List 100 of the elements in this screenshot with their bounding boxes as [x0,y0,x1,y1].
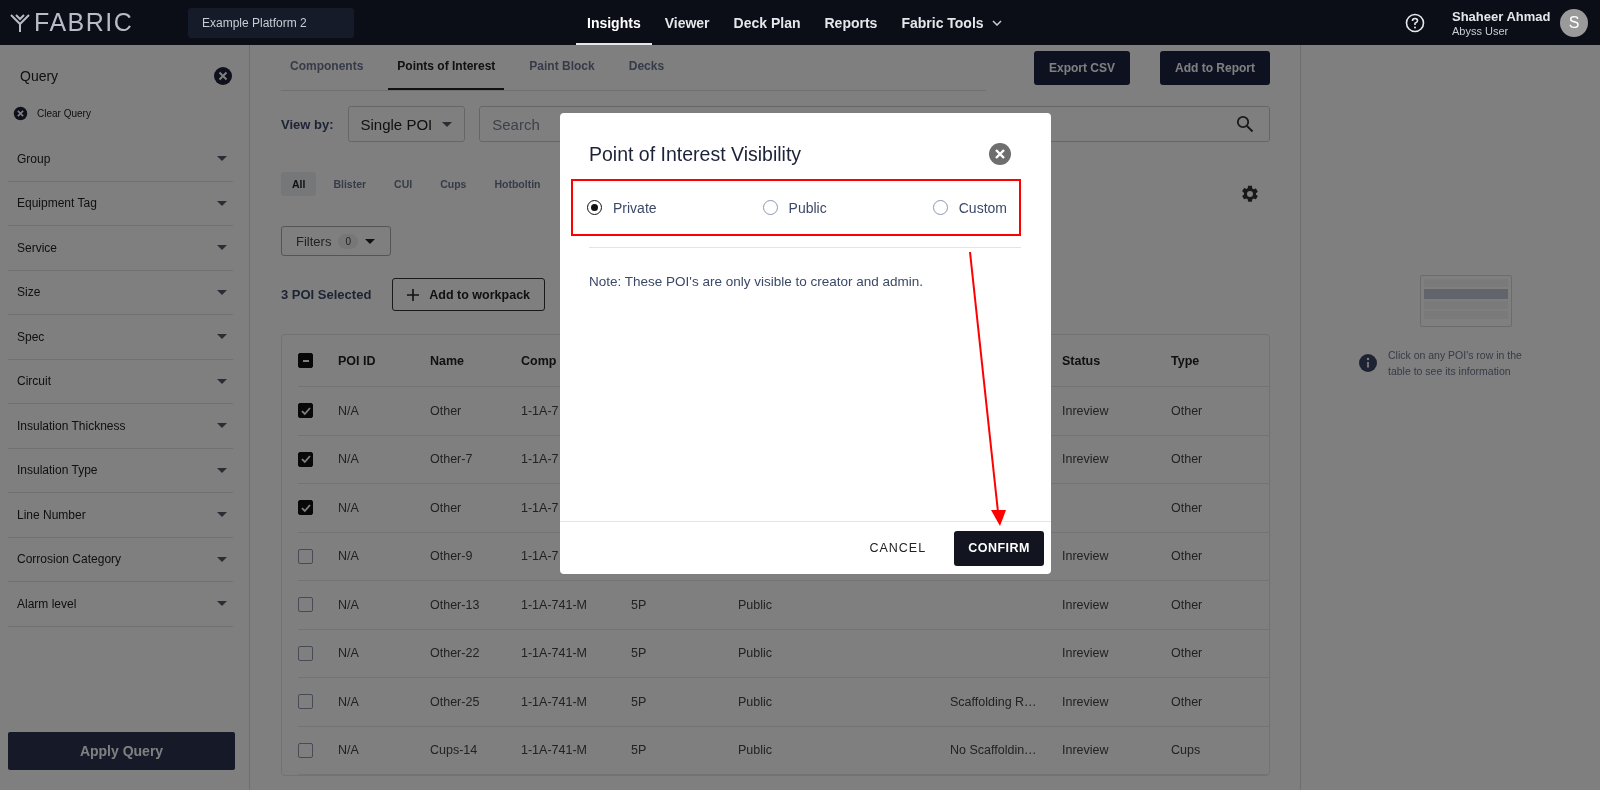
filter-dropdown[interactable]: Circuit [8,359,233,404]
cancel-button[interactable]: CANCEL [863,540,933,556]
table-cell: Other [1171,694,1203,709]
table-cell: Inreview [1062,452,1109,467]
hint-text: Click on any POI's row in the table to see its information [1388,348,1523,379]
caret-icon [217,156,227,162]
user-role: Abyss User [1452,24,1510,37]
filter-dropdown[interactable]: Size [8,270,233,315]
close-icon[interactable] [213,66,233,86]
table-cell: 5P [631,646,647,661]
table-cell: Inreview [1062,403,1109,418]
filters-button[interactable]: Filters 0 [281,226,391,256]
row-checkbox[interactable] [298,742,313,758]
close-icon[interactable] [988,142,1012,166]
category-chip[interactable]: Hotboltin [483,172,552,196]
nav-link[interactable]: Deck Plan [722,0,812,45]
table-cell: Other [1171,403,1203,418]
logo-icon [10,12,30,33]
column-header: Status [1062,353,1101,368]
chevron-icon [991,19,1002,26]
nav-link[interactable]: Insights [576,0,652,45]
caret-icon [217,601,227,607]
category-chip[interactable]: CUI [383,172,424,196]
user-avatar[interactable]: S [1560,8,1588,37]
apply-query-button[interactable]: Apply Query [8,732,235,770]
tab[interactable]: Points of Interest [388,44,505,90]
help-icon[interactable] [1405,12,1425,33]
nav-link[interactable]: Reports [813,0,889,45]
filter-dropdown[interactable]: Alarm level [8,582,233,627]
selection-count: 3 POI Selected [281,287,372,302]
table-cell: N/A [338,500,359,515]
radio-option[interactable]: Private [587,199,657,216]
table-cell: 1-1A-741-M [521,646,587,661]
platform-selector[interactable]: Example Platform 2 [188,7,354,38]
table-cell: 5P [631,694,647,709]
table-cell: N/A [338,597,359,612]
row-checkbox[interactable] [298,548,313,564]
note-text: Note: These POI's are only visible to creator and admin. [589,274,924,289]
column-header: Name [430,353,465,368]
table-cell: Inreview [1062,646,1109,661]
table-cell: No Scaffoldin… [950,743,1037,758]
settings-icon[interactable] [1240,184,1260,204]
caret-icon [217,467,227,473]
filter-dropdown[interactable]: Service [8,226,233,271]
table-cell: 1-1A-741-M [521,694,587,709]
caret-icon [217,556,227,562]
row-checkbox[interactable] [298,451,313,467]
row-checkbox[interactable] [298,403,313,419]
panel-title: Query [20,68,59,84]
select-all-checkbox[interactable] [298,353,313,368]
filter-dropdown[interactable]: Spec [8,315,233,360]
tab[interactable]: Components [281,44,373,90]
category-chip[interactable]: Blister [322,172,378,196]
table-cell: Other [1171,500,1203,515]
row-checkbox[interactable] [298,500,313,516]
table-cell: Other [1171,646,1203,661]
category-chip[interactable]: Cups [429,172,478,196]
table-cell: Other-22 [430,646,480,661]
caret-icon [217,200,227,206]
tab[interactable]: Paint Block [520,44,604,90]
table-cell: Other-7 [430,452,473,467]
row-checkbox[interactable] [298,694,313,710]
filter-dropdown[interactable]: Insulation Type [8,448,233,493]
table-cell: Other [1171,549,1203,564]
row-checkbox[interactable] [298,645,313,661]
nav-link[interactable]: Viewer [653,0,721,45]
plus-icon [407,288,420,301]
table-cell: 5P [631,743,647,758]
clear-query-link[interactable]: Clear Query [37,108,91,119]
radio-option[interactable]: Custom [932,199,1007,216]
table-cell: Inreview [1062,549,1109,564]
nav-link[interactable]: Fabric Tools [890,0,1013,45]
table-cell: Inreview [1062,694,1109,709]
radio-option[interactable]: Public [762,199,827,216]
confirm-button[interactable]: CONFIRM [954,530,1044,566]
row-checkbox[interactable] [298,597,313,613]
table-cell: Other [1171,452,1203,467]
clear-icon[interactable] [13,106,28,121]
filter-dropdown[interactable]: Group [8,137,233,182]
filter-dropdown[interactable]: Line Number [8,493,233,538]
view-select[interactable]: Single POI [347,106,466,142]
tab[interactable]: Decks [619,44,674,90]
caret-icon [217,245,227,251]
add-to-report-button[interactable]: Add to Report [1160,50,1270,85]
table-cell: 1-1A-741-M [521,597,587,612]
export-button[interactable]: Export CSV [1034,50,1130,85]
category-chip[interactable]: All [281,172,317,196]
filter-dropdown[interactable]: Insulation Thickness [8,404,233,449]
filter-dropdown[interactable]: Corrosion Category [8,537,233,582]
check-icon [299,453,312,466]
add-to-workpack-button[interactable]: Add to workpack [392,278,546,311]
column-header: POI ID [338,353,376,368]
table-cell: 1-1A-7 [521,403,559,418]
caret-icon [217,512,227,518]
search-icon [1236,115,1254,133]
table-cell: Other-9 [430,549,473,564]
table-cell: Other [430,500,462,515]
filter-dropdown[interactable]: Equipment Tag [8,181,233,226]
table-cell: Scaffolding R… [950,694,1037,709]
caret-icon [217,289,227,295]
